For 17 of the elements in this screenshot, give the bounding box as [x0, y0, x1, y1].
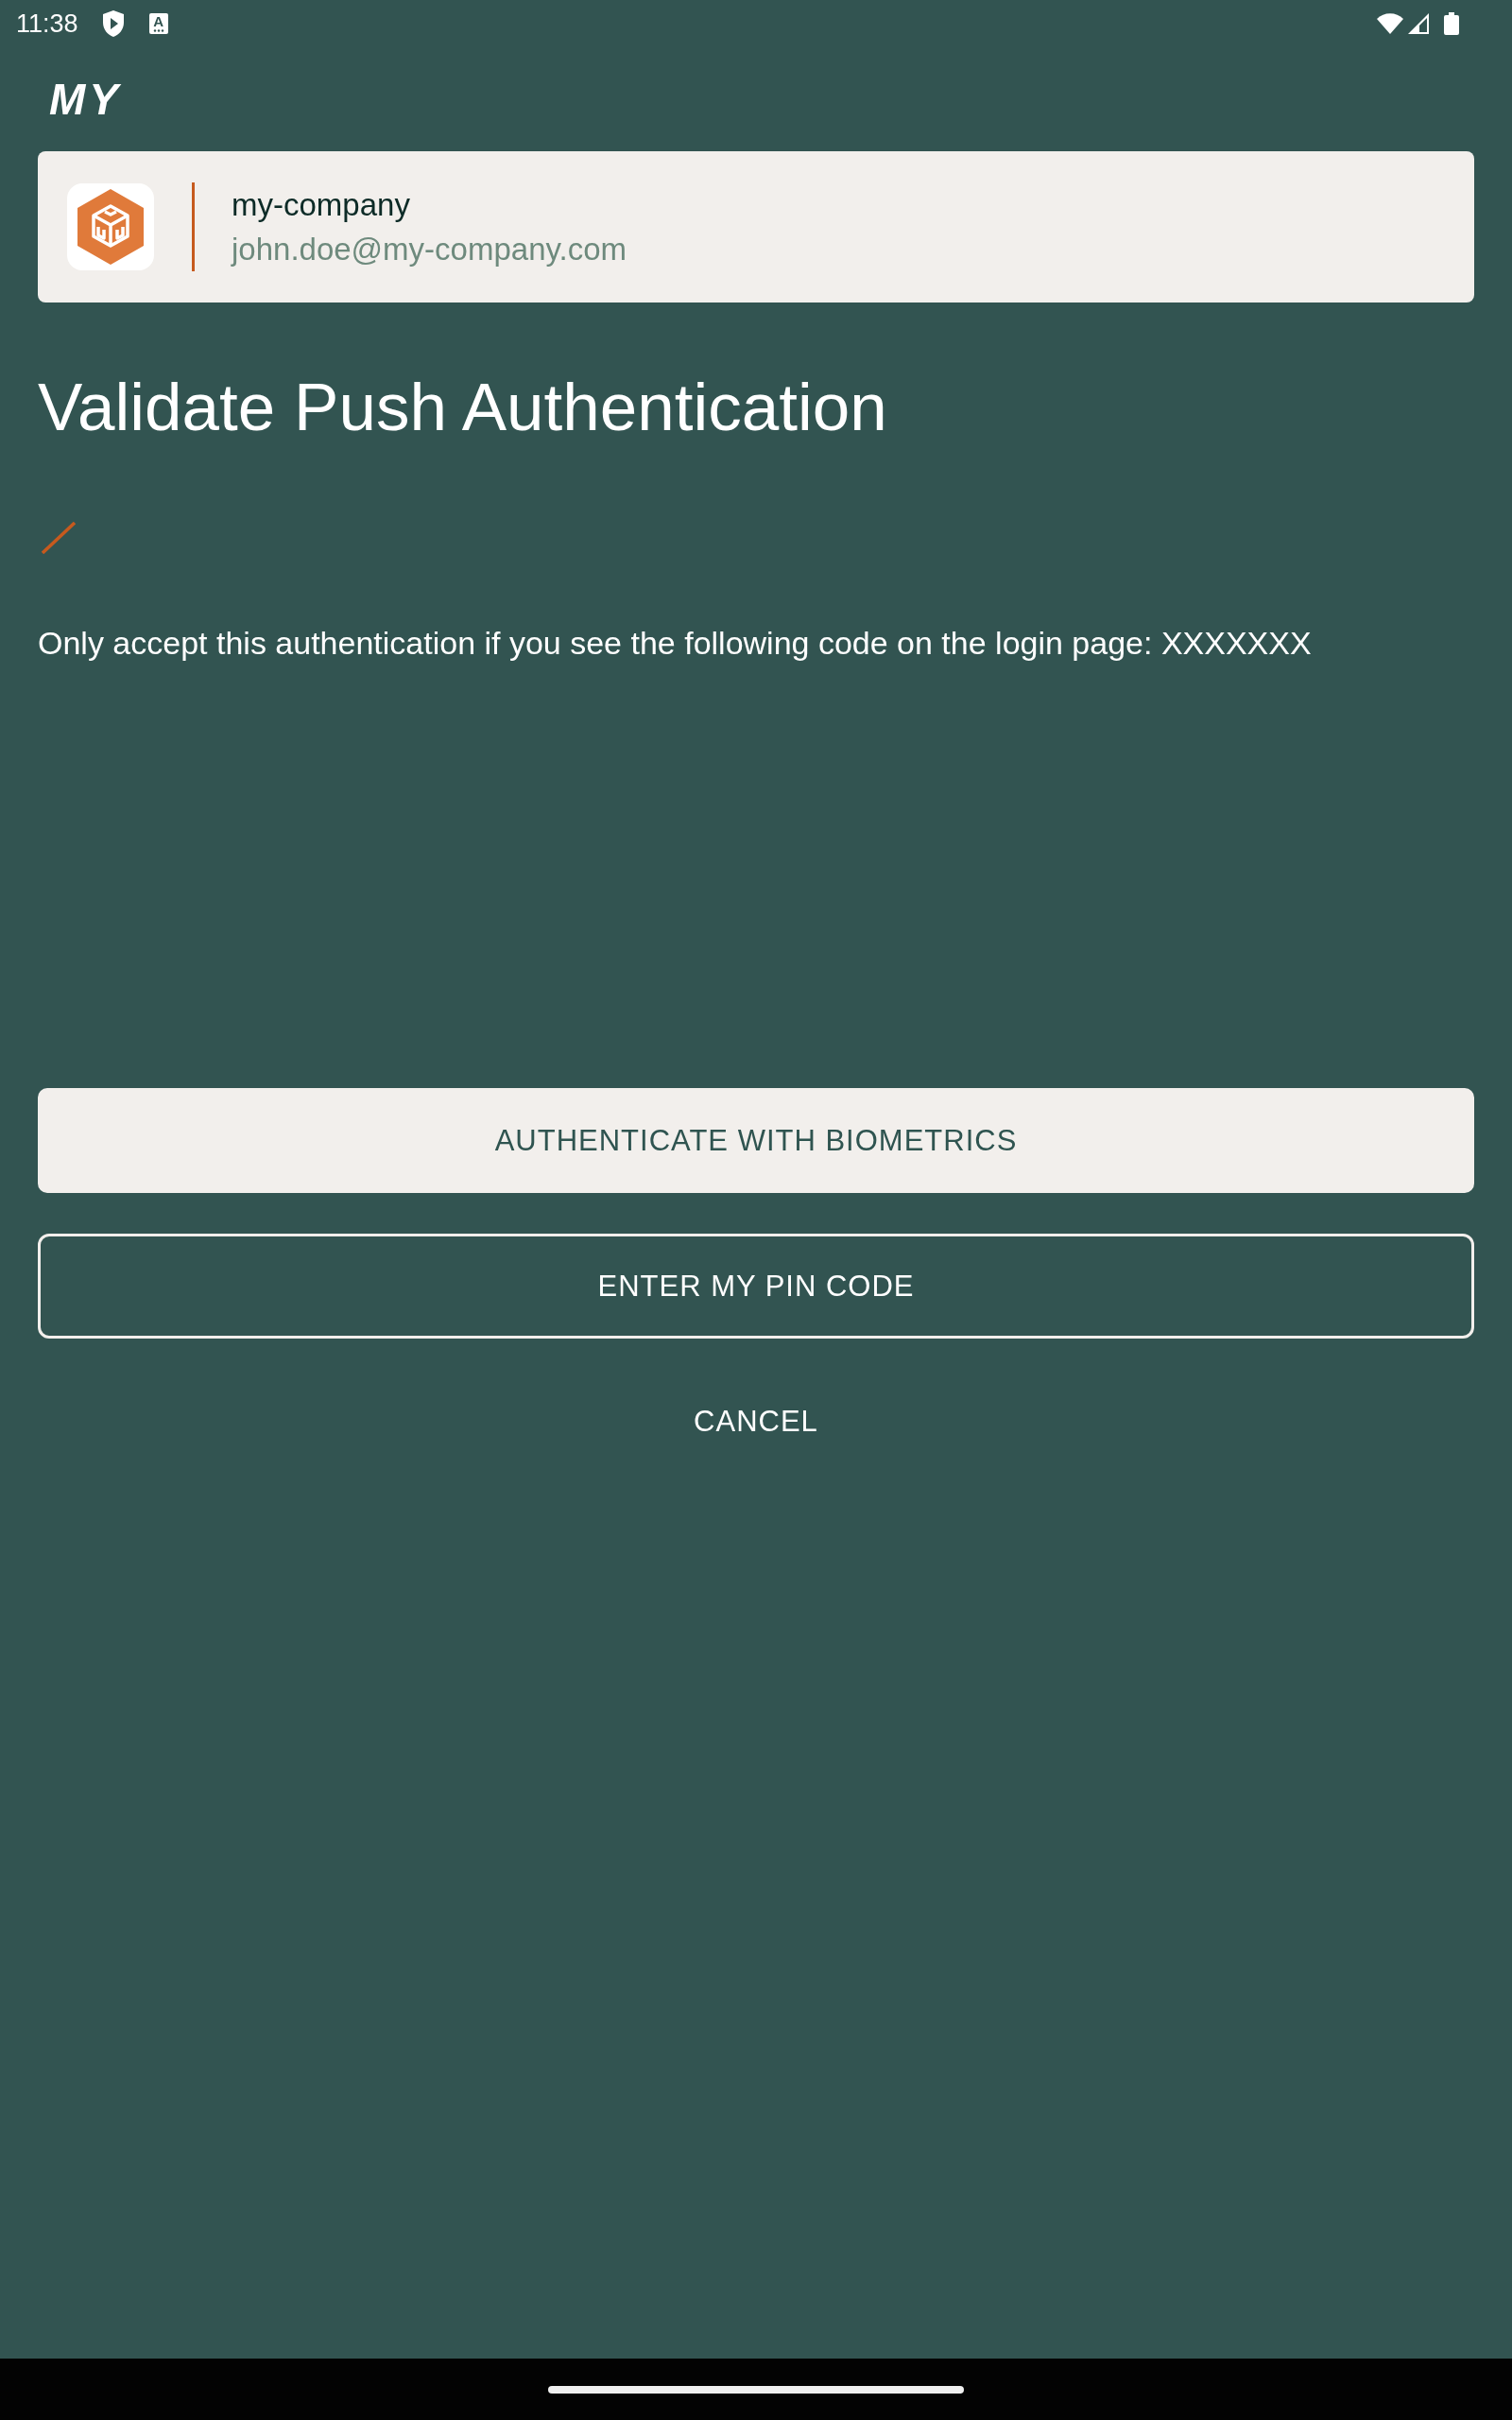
organization-name: my-company	[232, 185, 411, 224]
primary-button[interactable]: AUTHENTICATE WITH BIOMETRICS	[38, 1088, 1474, 1193]
instruction-text: Only accept this authentication if you see the following code on the login page: XXXXXXX	[38, 624, 1313, 663]
brand-logo: MY	[49, 78, 122, 121]
letter-tile-icon: A	[148, 13, 168, 34]
gesture-handle[interactable]	[548, 2385, 964, 2394]
account-email: john.doe@my-company.com	[232, 230, 627, 268]
status-time: 11:38	[16, 9, 78, 39]
outlined-button[interactable]: ENTER MY PIN CODE	[38, 1234, 1474, 1339]
text-button[interactable]: CANCEL	[679, 1397, 833, 1446]
signal-icon	[1408, 13, 1430, 34]
wifi-icon	[1376, 12, 1404, 35]
page-title: Validate Push Authentication	[38, 369, 888, 446]
hexagon-cube-icon	[67, 183, 154, 270]
battery-icon	[1444, 12, 1459, 35]
shield-play-icon	[101, 9, 125, 38]
slash-icon	[42, 522, 76, 554]
